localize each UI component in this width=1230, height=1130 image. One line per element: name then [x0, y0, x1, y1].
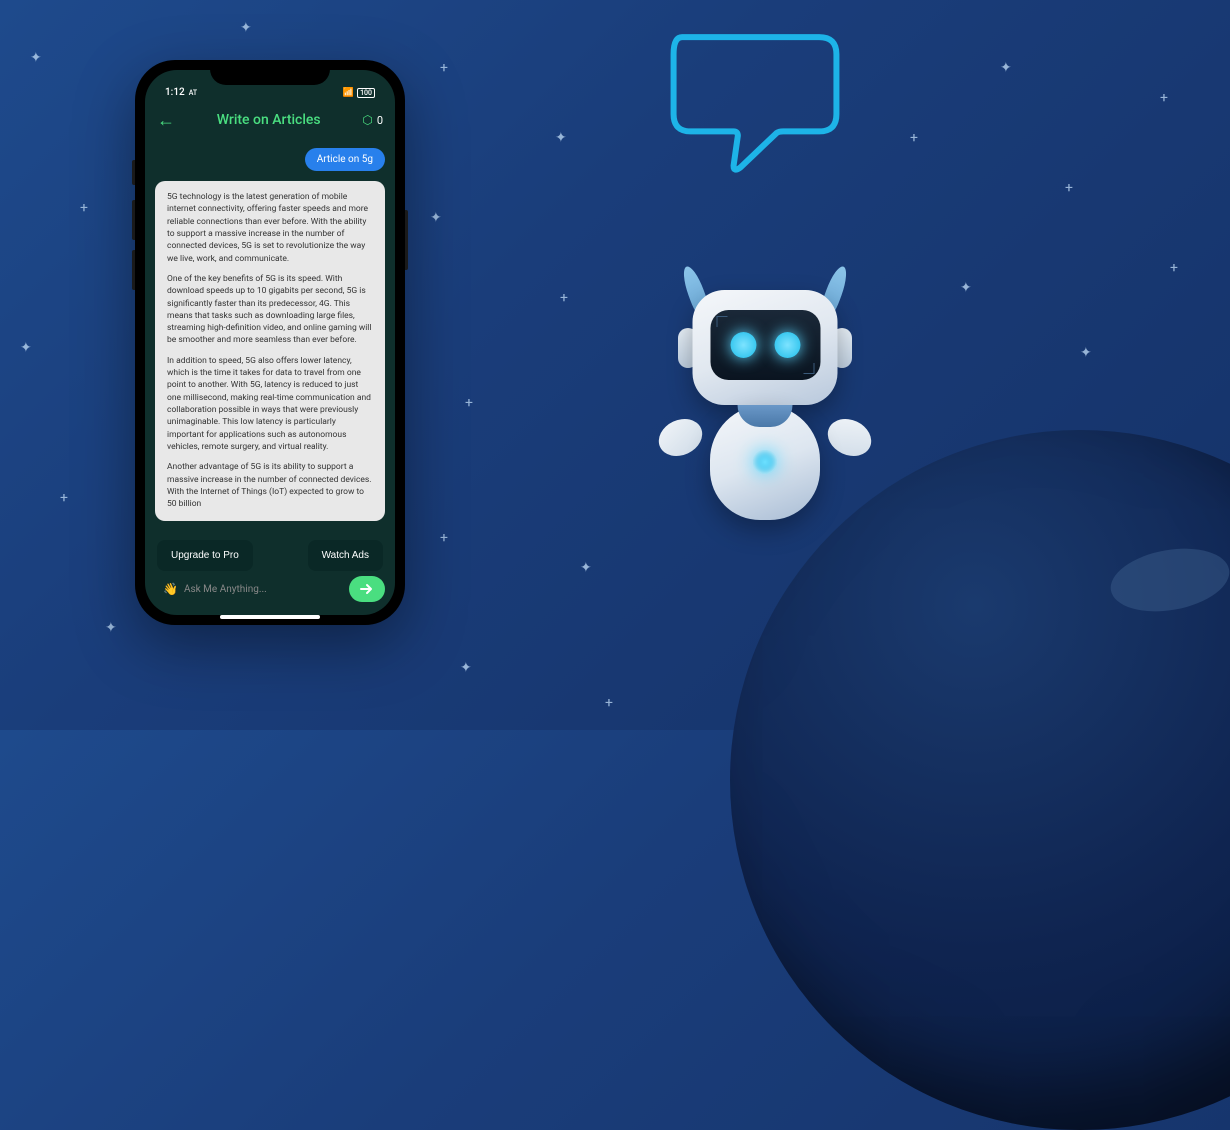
send-icon	[360, 583, 374, 595]
coin-icon: ⬡	[362, 113, 372, 127]
status-carrier: AT	[189, 89, 197, 97]
bot-message: 5G technology is the latest generation o…	[155, 181, 385, 521]
user-message: Article on 5g	[305, 148, 385, 171]
back-icon[interactable]: ←	[157, 110, 175, 131]
input-placeholder: Ask Me Anything...	[184, 584, 267, 595]
input-bar: 👋 Ask Me Anything...	[145, 571, 395, 615]
battery-icon: 100	[357, 88, 375, 98]
coin-count: 0	[377, 114, 383, 127]
robot-mascot	[640, 260, 890, 540]
speech-bubble	[640, 20, 870, 200]
app-screen: 1:12 AT 📶 100 ← Write on Articles ⬡ 0 Ar…	[145, 70, 395, 615]
phone-mockup: 1:12 AT 📶 100 ← Write on Articles ⬡ 0 Ar…	[135, 60, 405, 625]
page-title: Write on Articles	[185, 112, 352, 128]
chat-area[interactable]: Article on 5g 5G technology is the lates…	[145, 140, 395, 571]
coins-display[interactable]: ⬡ 0	[362, 113, 383, 127]
app-header: ← Write on Articles ⬡ 0	[145, 100, 395, 140]
wave-icon: 👋	[163, 582, 178, 596]
bot-paragraph: 5G technology is the latest generation o…	[167, 191, 373, 265]
send-button[interactable]	[349, 576, 385, 602]
signal-icon: 📶	[343, 88, 354, 98]
chat-input[interactable]: 👋 Ask Me Anything...	[155, 574, 341, 604]
bot-paragraph: In addition to speed, 5G also offers low…	[167, 355, 373, 454]
watch-ads-button[interactable]: Watch Ads	[308, 540, 383, 571]
bot-paragraph: Another advantage of 5G is its ability t…	[167, 461, 373, 510]
bot-paragraph: One of the key benefits of 5G is its spe…	[167, 273, 373, 347]
status-time: 1:12	[165, 87, 185, 98]
upgrade-button[interactable]: Upgrade to Pro	[157, 540, 253, 571]
action-buttons: Upgrade to Pro Watch Ads	[155, 540, 385, 571]
